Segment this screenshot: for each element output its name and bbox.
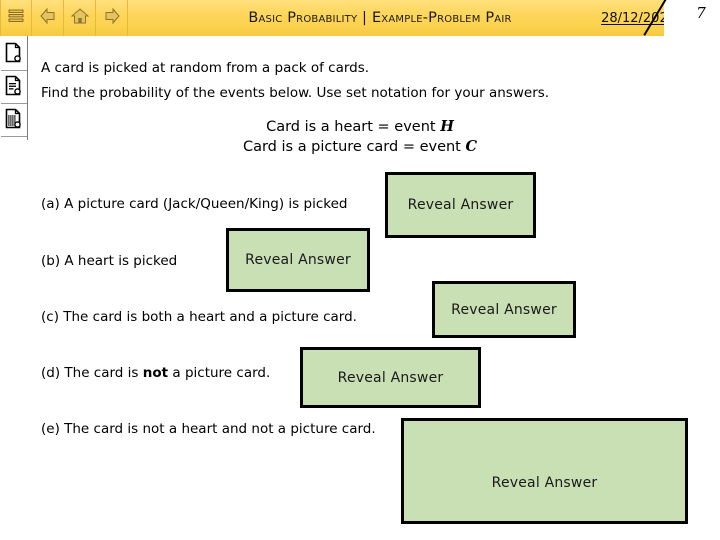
- event-heart-variable: H: [440, 118, 454, 135]
- home-button[interactable]: [64, 0, 96, 36]
- back-arrow-icon: [38, 6, 58, 30]
- header-bar: Basic Probability | Example-Problem Pair…: [0, 0, 720, 36]
- reveal-answer-button-a[interactable]: Reveal Answer: [385, 172, 536, 238]
- reveal-answer-button-d[interactable]: Reveal Answer: [300, 347, 481, 408]
- question-d: (d) The card is not a picture card.: [41, 365, 270, 381]
- question-d-prefix: (d) The card is: [41, 365, 143, 381]
- event-heart-text: Card is a heart = event: [266, 119, 441, 135]
- forward-arrow-icon: [102, 6, 122, 30]
- home-icon: [70, 6, 90, 30]
- question-a: (a) A picture card (Jack/Queen/King) is …: [41, 196, 348, 212]
- header-nav-icons: [0, 0, 128, 36]
- reveal-answer-button-c[interactable]: Reveal Answer: [432, 281, 576, 338]
- menu-icon: [7, 7, 25, 29]
- page-number: 7: [696, 4, 706, 22]
- menu-button[interactable]: [0, 0, 32, 36]
- page-title: Basic Probability | Example-Problem Pair: [248, 10, 512, 26]
- question-d-suffix: a picture card.: [168, 365, 271, 381]
- event-definition-picture: Card is a picture card = event C: [0, 138, 720, 155]
- reveal-answer-button-b[interactable]: Reveal Answer: [226, 228, 370, 292]
- question-c: (c) The card is both a heart and a pictu…: [41, 309, 357, 325]
- event-picture-variable: C: [465, 138, 478, 155]
- event-definition-heart: Card is a heart = event H: [0, 118, 720, 135]
- question-b: (b) A heart is picked: [41, 253, 178, 269]
- question-e: (e) The card is not a heart and not a pi…: [41, 421, 376, 437]
- event-picture-text: Card is a picture card = event: [242, 139, 466, 155]
- reveal-answer-button-e[interactable]: Reveal Answer: [401, 418, 688, 524]
- slide-content: A card is picked at random from a pack o…: [0, 36, 720, 540]
- intro-line-1: A card is picked at random from a pack o…: [41, 60, 370, 76]
- back-button[interactable]: [32, 0, 64, 36]
- intro-line-2: Find the probability of the events below…: [41, 85, 550, 101]
- forward-button[interactable]: [96, 0, 128, 36]
- question-d-emphasis: not: [142, 365, 169, 381]
